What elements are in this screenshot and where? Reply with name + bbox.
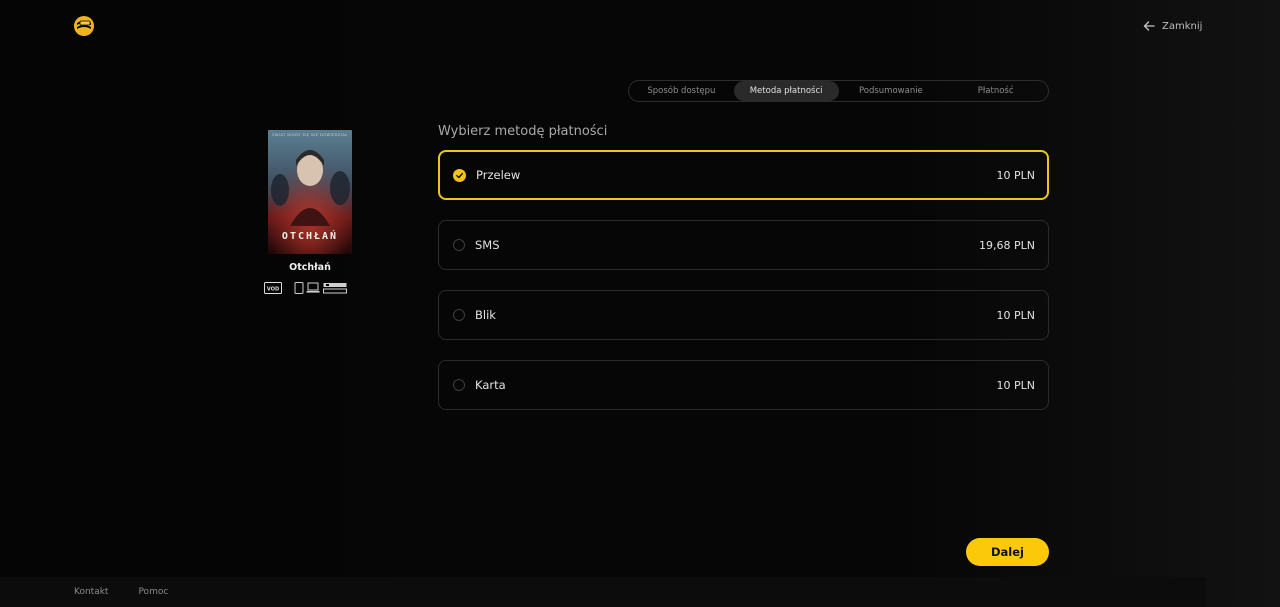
vod-badge-label: VOD (267, 286, 279, 292)
step-payment-method[interactable]: Metoda płatności (733, 81, 839, 101)
checkout-steps: Sposób dostępu Metoda płatności Podsumow… (628, 80, 1049, 102)
payment-option-price: 10 PLN (996, 378, 1035, 392)
step-label: Sposób dostępu (647, 86, 716, 96)
movie-title: Otchłań (289, 262, 331, 273)
vod-badge-icon: VOD (264, 282, 282, 294)
close-label: Zamknij (1162, 20, 1203, 32)
payment-option-karta[interactable]: Karta 10 PLN (438, 360, 1049, 410)
step-label: Płatność (977, 86, 1014, 96)
laptop-icon (306, 282, 320, 293)
payment-option-label: Blik (475, 308, 496, 322)
payment-option-price: 19,68 PLN (979, 238, 1035, 252)
payment-option-label: Karta (475, 378, 506, 392)
next-button[interactable]: Dalej (966, 538, 1049, 566)
radio-checked[interactable] (453, 168, 466, 182)
step-label: Metoda płatności (749, 86, 823, 96)
movie-poster: ŚWIAT NIGDY SIĘ NIE DOWIEDZIAŁ OTCHŁAŃ (268, 130, 352, 254)
footer-link-help[interactable]: Pomoc (138, 587, 168, 597)
radio-unchecked[interactable] (453, 239, 465, 251)
payment-option-label: Przelew (476, 168, 521, 182)
brand-logo[interactable] (73, 15, 95, 37)
step-label: Podsumowanie (858, 86, 923, 96)
payment-option-price: 10 PLN (996, 168, 1035, 182)
arrow-left-icon (1143, 21, 1155, 31)
device-availability: VOD (264, 282, 347, 294)
close-button[interactable]: Zamknij (1143, 20, 1202, 32)
step-summary[interactable]: Podsumowanie (839, 81, 944, 101)
payment-section-title: Wybierz metodę płatności (438, 124, 608, 139)
tv-box-icon (323, 283, 347, 294)
step-access[interactable]: Sposób dostępu (629, 81, 734, 101)
payment-option-przelew[interactable]: Przelew 10 PLN (438, 150, 1049, 200)
poster-tagline: ŚWIAT NIGDY SIĘ NIE DOWIEDZIAŁ (272, 133, 348, 137)
radio-unchecked[interactable] (453, 309, 465, 321)
payment-option-label: SMS (475, 238, 500, 252)
footer-link-contact[interactable]: Kontakt (74, 587, 108, 597)
payment-option-sms[interactable]: SMS 19,68 PLN (438, 220, 1049, 270)
radio-unchecked[interactable] (453, 379, 465, 391)
footer: Kontakt Pomoc (0, 577, 1206, 607)
check-icon (456, 172, 463, 178)
payment-option-blik[interactable]: Blik 10 PLN (438, 290, 1049, 340)
step-payment[interactable]: Płatność (943, 81, 1048, 101)
poster-title: OTCHŁAŃ (281, 231, 339, 242)
tablet-icon (294, 282, 304, 294)
payment-option-price: 10 PLN (996, 308, 1035, 322)
